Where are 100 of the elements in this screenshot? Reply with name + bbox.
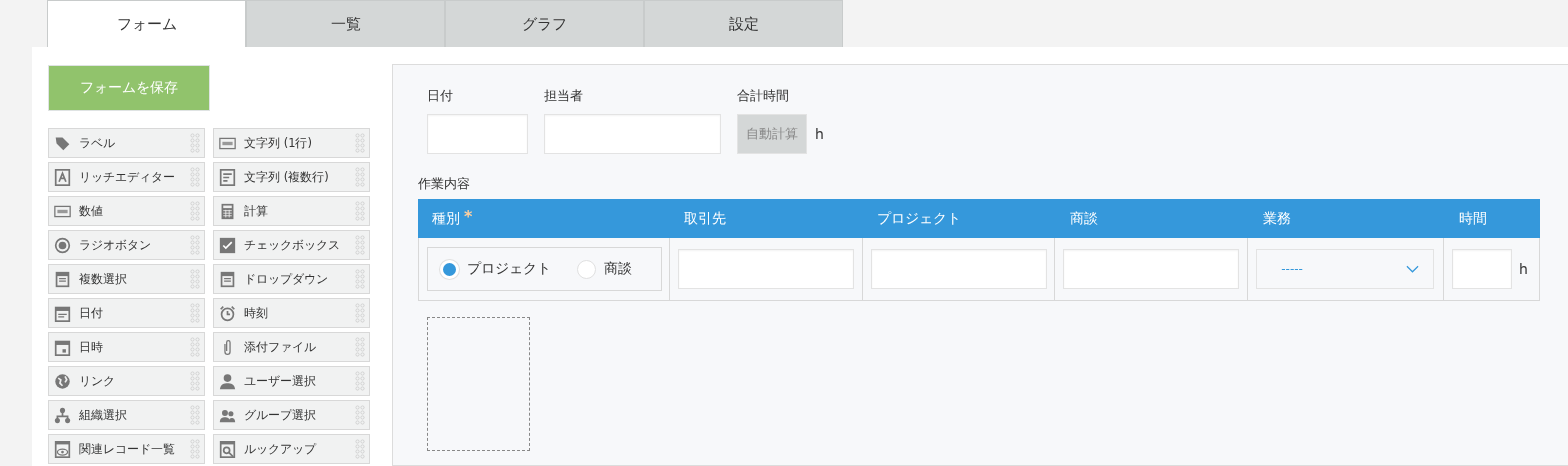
globe-icon bbox=[54, 372, 71, 390]
drag-handle-icon[interactable] bbox=[355, 405, 365, 425]
drag-handle-icon[interactable] bbox=[355, 269, 365, 289]
field-palette-item[interactable]: 計算 bbox=[213, 196, 370, 226]
column-header: 商談 bbox=[1070, 209, 1098, 228]
field-label: 担当者 bbox=[544, 87, 584, 105]
column-header: 種別 bbox=[432, 209, 460, 228]
drag-handle-icon[interactable] bbox=[190, 133, 200, 153]
datetime-icon bbox=[54, 338, 71, 356]
auto-calc-field: 自動計算 bbox=[737, 114, 807, 154]
field-type-label: 組織選択 bbox=[79, 407, 128, 423]
field-type-label: 数値 bbox=[79, 203, 104, 219]
eye-icon bbox=[54, 440, 71, 458]
tab[interactable]: グラフ bbox=[445, 0, 644, 47]
drag-handle-icon[interactable] bbox=[355, 337, 365, 357]
field-palette-item[interactable]: 時刻 bbox=[213, 298, 370, 328]
field-palette-item[interactable]: 添付ファイル bbox=[213, 332, 370, 362]
drag-handle-icon[interactable] bbox=[355, 303, 365, 323]
input-field[interactable] bbox=[870, 249, 1047, 289]
field-palette-item[interactable]: 数値 bbox=[48, 196, 205, 226]
field-label: 合計時間 bbox=[737, 87, 790, 105]
field-type-label: グループ選択 bbox=[244, 407, 317, 423]
owner-field[interactable] bbox=[544, 114, 721, 154]
field-palette-item[interactable]: ドロップダウン bbox=[213, 264, 370, 294]
column-header: 業務 bbox=[1263, 209, 1291, 228]
check-icon bbox=[219, 236, 236, 254]
drag-handle-icon[interactable] bbox=[355, 167, 365, 187]
field-type-label: 添付ファイル bbox=[244, 339, 317, 355]
field-palette-item[interactable]: リンク bbox=[48, 366, 205, 396]
field-type-label: 時刻 bbox=[244, 305, 269, 321]
date-field[interactable] bbox=[427, 114, 528, 154]
list-icon bbox=[54, 270, 71, 288]
drag-handle-icon[interactable] bbox=[190, 303, 200, 323]
radio-option[interactable]: プロジェクト bbox=[440, 259, 551, 279]
drag-handle-icon[interactable] bbox=[190, 167, 200, 187]
org-icon bbox=[54, 406, 71, 424]
field-type-label: 関連レコード一覧 bbox=[79, 441, 176, 457]
radio-option[interactable]: 商談 bbox=[577, 259, 632, 279]
lookup-icon bbox=[219, 440, 236, 458]
field-type-label: 計算 bbox=[244, 203, 269, 219]
dropdown-icon bbox=[219, 270, 236, 288]
radio-icon bbox=[54, 236, 71, 254]
field-type-label: 複数選択 bbox=[79, 271, 128, 287]
field-type-label: ユーザー選択 bbox=[244, 373, 317, 389]
field-type-label: 日時 bbox=[79, 339, 104, 355]
drag-handle-icon[interactable] bbox=[190, 439, 200, 459]
column-header: プロジェクト bbox=[877, 209, 961, 228]
drag-handle-icon[interactable] bbox=[190, 371, 200, 391]
field-type-label: ドロップダウン bbox=[244, 271, 329, 287]
field-type-label: リンク bbox=[79, 373, 116, 389]
user-icon bbox=[219, 372, 236, 390]
field-palette-item[interactable]: 文字列 (複数行) bbox=[213, 162, 370, 192]
field-palette-item[interactable]: グループ選択 bbox=[213, 400, 370, 430]
field-palette-item[interactable]: 日付 bbox=[48, 298, 205, 328]
field-label: 日付 bbox=[427, 87, 454, 105]
field-palette-item[interactable]: ラベル bbox=[48, 128, 205, 158]
field-palette-item[interactable]: ユーザー選択 bbox=[213, 366, 370, 396]
field-palette-item[interactable]: 関連レコード一覧 bbox=[48, 434, 205, 464]
field-palette-item[interactable]: チェックボックス bbox=[213, 230, 370, 260]
unit-label: h bbox=[815, 126, 824, 142]
drag-handle-icon[interactable] bbox=[355, 235, 365, 255]
drag-handle-icon[interactable] bbox=[190, 405, 200, 425]
field-palette-item[interactable]: 日時 bbox=[48, 332, 205, 362]
input-field[interactable] bbox=[677, 249, 854, 289]
field-palette-item[interactable]: 複数選択 bbox=[48, 264, 205, 294]
tab[interactable]: フォーム bbox=[47, 0, 246, 47]
field-type-label: 文字列 (1行) bbox=[244, 135, 313, 151]
chevron-down-icon bbox=[1406, 265, 1420, 273]
lines-icon bbox=[219, 168, 236, 186]
field-type-label: リッチエディター bbox=[79, 169, 176, 185]
column-header: 取引先 bbox=[684, 209, 726, 228]
drag-handle-icon[interactable] bbox=[190, 235, 200, 255]
field-type-label: ルックアップ bbox=[244, 441, 318, 457]
drag-handle-icon[interactable] bbox=[190, 337, 200, 357]
field-palette-item[interactable]: ルックアップ bbox=[213, 434, 370, 464]
input-field[interactable] bbox=[1063, 249, 1240, 289]
date-icon bbox=[54, 304, 71, 322]
drag-handle-icon[interactable] bbox=[190, 269, 200, 289]
drag-handle-icon[interactable] bbox=[190, 201, 200, 221]
drag-handle-icon[interactable] bbox=[355, 439, 365, 459]
field-type-label: ラベル bbox=[79, 135, 116, 151]
field-type-label: チェックボックス bbox=[244, 237, 341, 253]
drag-handle-icon[interactable] bbox=[355, 201, 365, 221]
required-mark: * bbox=[464, 207, 473, 226]
column-header: 時間 bbox=[1459, 209, 1487, 228]
tab[interactable]: 設定 bbox=[644, 0, 843, 47]
field-palette-item[interactable]: ラジオボタン bbox=[48, 230, 205, 260]
field-type-label: ラジオボタン bbox=[79, 237, 152, 253]
field-type-label: 文字列 (複数行) bbox=[244, 169, 330, 185]
drag-handle-icon[interactable] bbox=[355, 133, 365, 153]
field-type-label: 日付 bbox=[79, 305, 104, 321]
field-palette-item[interactable]: リッチエディター bbox=[48, 162, 205, 192]
hours-field[interactable] bbox=[1452, 249, 1513, 289]
tab[interactable]: 一覧 bbox=[246, 0, 445, 47]
calc-icon bbox=[219, 202, 236, 220]
table-label: 作業内容 bbox=[418, 175, 471, 193]
field-palette-item[interactable]: 文字列 (1行) bbox=[213, 128, 370, 158]
drag-handle-icon[interactable] bbox=[355, 371, 365, 391]
unit-label: h bbox=[1519, 261, 1528, 277]
field-palette-item[interactable]: 組織選択 bbox=[48, 400, 205, 430]
